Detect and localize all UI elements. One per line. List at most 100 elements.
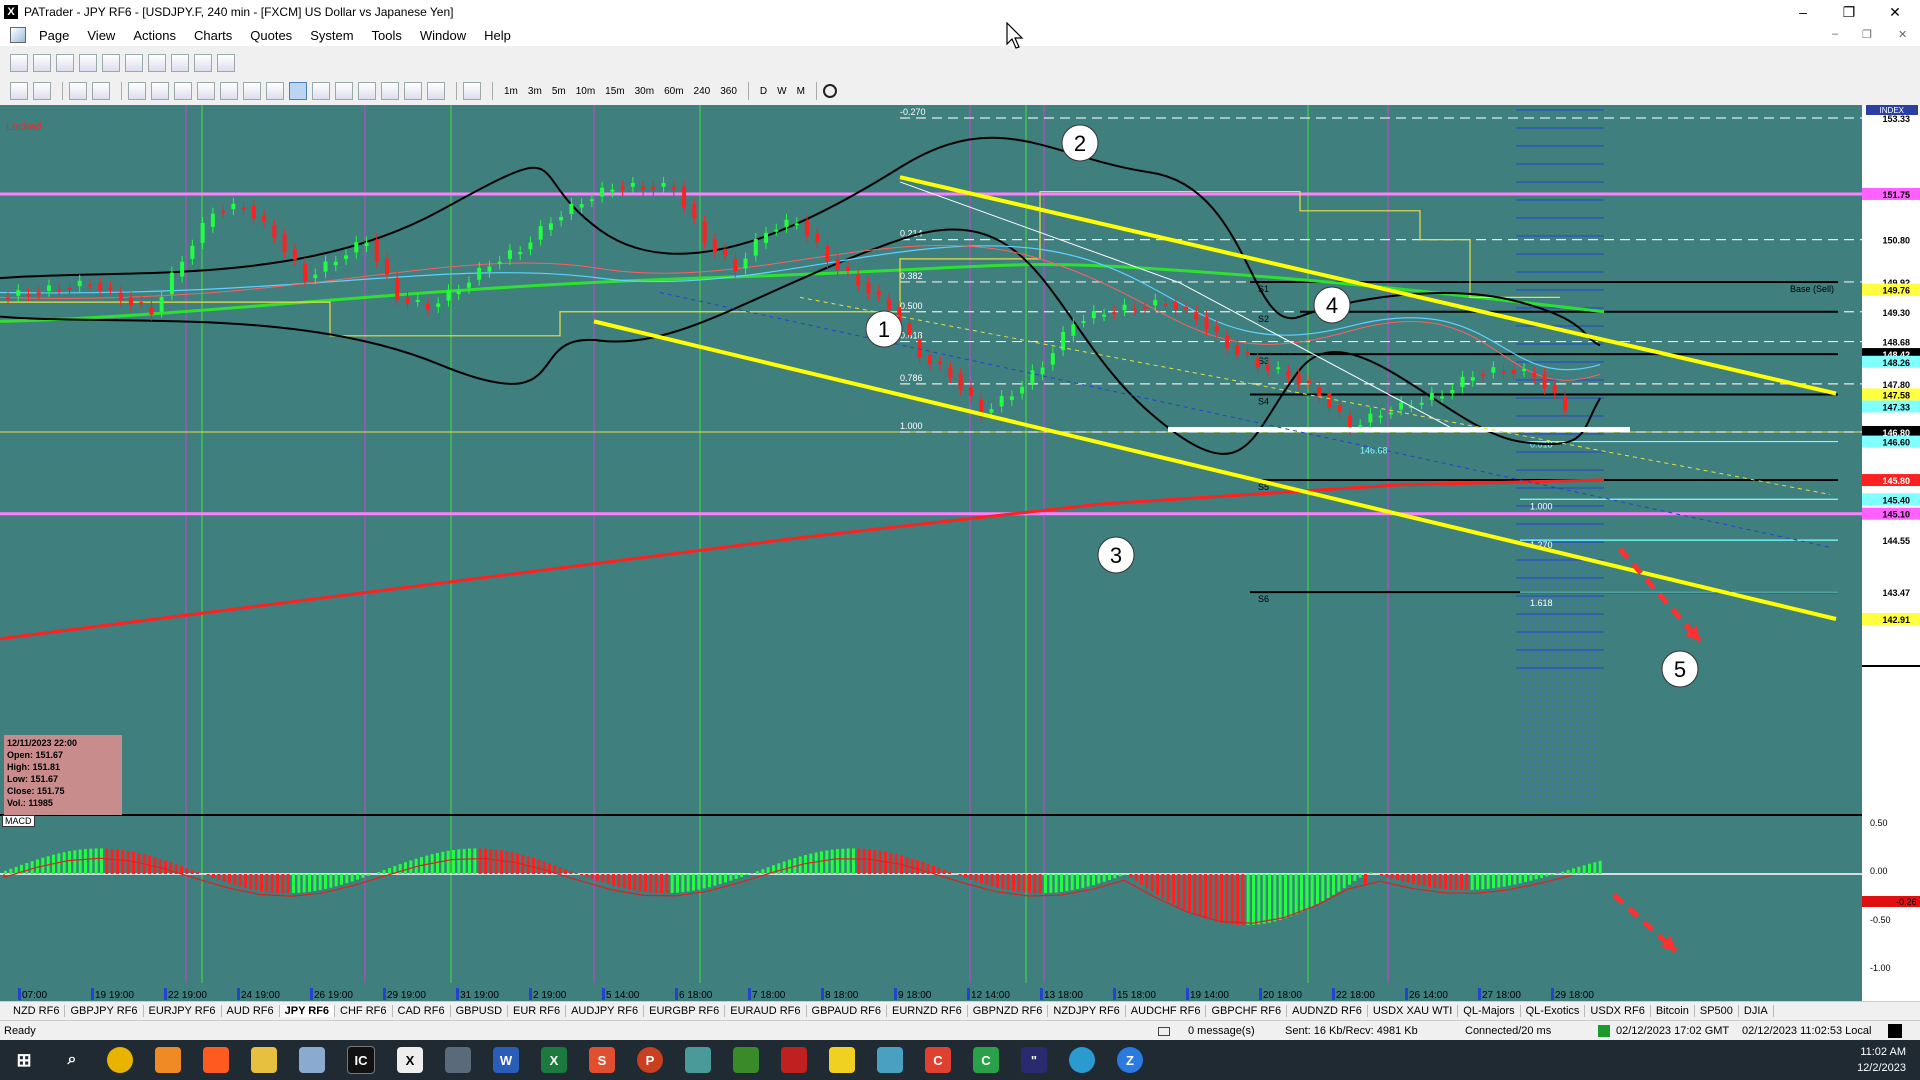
symbol-tab[interactable]: GBPAUD RF6	[807, 1004, 888, 1017]
menu-quotes[interactable]: Quotes	[241, 28, 301, 43]
tf-15m[interactable]: 15m	[600, 86, 629, 97]
menu-tools[interactable]: Tools	[363, 28, 411, 43]
price-chart[interactable]: -0.2700.2140.3820.5000.6180.7861.000S1S2…	[0, 105, 1920, 1001]
s-app-icon[interactable]: S	[589, 1047, 615, 1073]
tf-1m[interactable]: 1m	[499, 86, 523, 97]
symbol-tab[interactable]: NZD RF6	[8, 1004, 66, 1017]
symbol-tab[interactable]: AUDJPY RF6	[566, 1004, 645, 1017]
horizontal-line-icon[interactable]	[151, 82, 169, 100]
order-icon[interactable]	[33, 82, 51, 100]
indicator-icon[interactable]	[69, 82, 87, 100]
tf-30m[interactable]: 30m	[630, 86, 659, 97]
tf-360[interactable]: 360	[715, 86, 742, 97]
symbol-tab[interactable]: JPY RF6	[279, 1004, 336, 1017]
sticky-app-icon[interactable]	[155, 1047, 181, 1073]
mdi-minimize-icon[interactable]: –	[1832, 28, 1838, 40]
symbol-tab[interactable]: QL-Majors	[1458, 1004, 1521, 1017]
symbol-tab[interactable]: GBPUSD	[451, 1004, 509, 1017]
quote-app-icon[interactable]: "	[1021, 1047, 1047, 1073]
symbol-tab[interactable]: GBPCHF RF6	[1206, 1004, 1288, 1017]
red-app-icon[interactable]	[781, 1047, 807, 1073]
symbol-tab[interactable]: EURAUD RF6	[725, 1004, 807, 1017]
channel-icon[interactable]	[220, 82, 238, 100]
menu-help[interactable]: Help	[475, 28, 520, 43]
menu-view[interactable]: View	[78, 28, 124, 43]
symbol-tab[interactable]: EUR RF6	[508, 1004, 567, 1017]
taskbar-clock[interactable]: 11:02 AM 12/2/2023	[1857, 1044, 1906, 1076]
mdi-restore-icon[interactable]: ❐	[1862, 28, 1872, 41]
c-red-app-icon[interactable]: C	[925, 1047, 951, 1073]
minimize-button[interactable]: –	[1780, 0, 1826, 24]
symbol-tab[interactable]: AUD RF6	[222, 1004, 280, 1017]
vertical-line-icon[interactable]	[174, 82, 192, 100]
c-green-app-icon[interactable]: C	[973, 1047, 999, 1073]
calculator-icon[interactable]	[445, 1047, 471, 1073]
text-icon[interactable]	[427, 82, 445, 100]
symbol-tab[interactable]: Bitcoin	[1651, 1004, 1695, 1017]
word-icon[interactable]: W	[493, 1047, 519, 1073]
symbol-tab[interactable]: GBPJPY RF6	[65, 1004, 144, 1017]
maximize-button[interactable]: ❐	[1826, 0, 1872, 24]
image-app-icon[interactable]	[685, 1047, 711, 1073]
brave-icon[interactable]	[203, 1047, 229, 1073]
telegram-icon[interactable]	[1069, 1047, 1095, 1073]
fib-extension-icon[interactable]	[266, 82, 284, 100]
symbol-tab[interactable]: AUDNZD RF6	[1287, 1004, 1368, 1017]
yellow-note-icon[interactable]	[829, 1047, 855, 1073]
renko-chart-icon[interactable]	[148, 54, 166, 72]
line-chart-icon[interactable]	[79, 54, 97, 72]
status-messages[interactable]: 0 message(s)	[1188, 1025, 1255, 1037]
menu-window[interactable]: Window	[411, 28, 475, 43]
green-app-icon[interactable]	[733, 1047, 759, 1073]
volume-chart-icon[interactable]	[194, 54, 212, 72]
rectangle-icon[interactable]	[358, 82, 376, 100]
candle-chart-icon[interactable]	[56, 54, 74, 72]
symbol-tab[interactable]: EURGBP RF6	[644, 1004, 726, 1017]
tf-daily[interactable]: D	[755, 86, 772, 97]
tf-5m[interactable]: 5m	[547, 86, 571, 97]
excel-icon[interactable]: X	[541, 1047, 567, 1073]
windows-start-icon[interactable]: ⊞	[11, 1047, 37, 1073]
symbol-tab[interactable]: USDX RF6	[1585, 1004, 1651, 1017]
powerpoint-icon[interactable]: P	[637, 1047, 663, 1073]
menu-page[interactable]: Page	[30, 28, 78, 43]
tf-10m[interactable]: 10m	[571, 86, 600, 97]
chart-area[interactable]: -0.270 0.214 0.382 0.500 0.618 0.786 1.000 S1 S2…	[0, 105, 1920, 1001]
gann-icon[interactable]	[404, 82, 422, 100]
zoom-icon[interactable]: Z	[1117, 1047, 1143, 1073]
close-button[interactable]: ✕	[1872, 0, 1918, 24]
trendline-icon[interactable]	[197, 82, 215, 100]
pitchfork-icon[interactable]	[381, 82, 399, 100]
kagi-chart-icon[interactable]	[171, 54, 189, 72]
tf-weekly[interactable]: W	[772, 86, 791, 97]
symbol-tab[interactable]: QL-Exotics	[1521, 1004, 1586, 1017]
ic-app-icon[interactable]: IC	[347, 1046, 375, 1074]
clock-icon[interactable]	[822, 84, 837, 98]
notepad-icon[interactable]	[299, 1047, 325, 1073]
menu-actions[interactable]: Actions	[124, 28, 185, 43]
tf-monthly[interactable]: M	[792, 86, 810, 97]
search-icon[interactable]: ⌕	[59, 1047, 85, 1073]
area-chart-icon[interactable]	[102, 54, 120, 72]
menu-charts[interactable]: Charts	[185, 28, 241, 43]
fib-time-icon[interactable]	[335, 82, 353, 100]
symbol-tab[interactable]: GBPNZD RF6	[968, 1004, 1049, 1017]
tf-240[interactable]: 240	[689, 86, 716, 97]
ohlc-chart-icon[interactable]	[33, 54, 51, 72]
symbol-tab[interactable]: EURNZD RF6	[887, 1004, 968, 1017]
chrome-icon[interactable]	[107, 1047, 133, 1073]
fib-retracement-icon[interactable]	[289, 82, 307, 100]
symbol-tab[interactable]: DJIA	[1739, 1004, 1774, 1017]
pointer-icon[interactable]	[128, 82, 146, 100]
symbol-tab[interactable]: SP500	[1695, 1004, 1739, 1017]
screen-app-icon[interactable]	[877, 1047, 903, 1073]
fibonacci-icon[interactable]	[243, 82, 261, 100]
crosshair-icon[interactable]	[92, 82, 110, 100]
file-explorer-icon[interactable]	[251, 1047, 277, 1073]
symbol-tab[interactable]: CHF RF6	[335, 1004, 393, 1017]
bar-chart-icon[interactable]	[10, 54, 28, 72]
tf-60m[interactable]: 60m	[659, 86, 688, 97]
symbol-tab[interactable]: EURJPY RF6	[144, 1004, 222, 1017]
tf-3m[interactable]: 3m	[523, 86, 547, 97]
symbol-tab[interactable]: NZDJPY RF6	[1048, 1004, 1126, 1017]
